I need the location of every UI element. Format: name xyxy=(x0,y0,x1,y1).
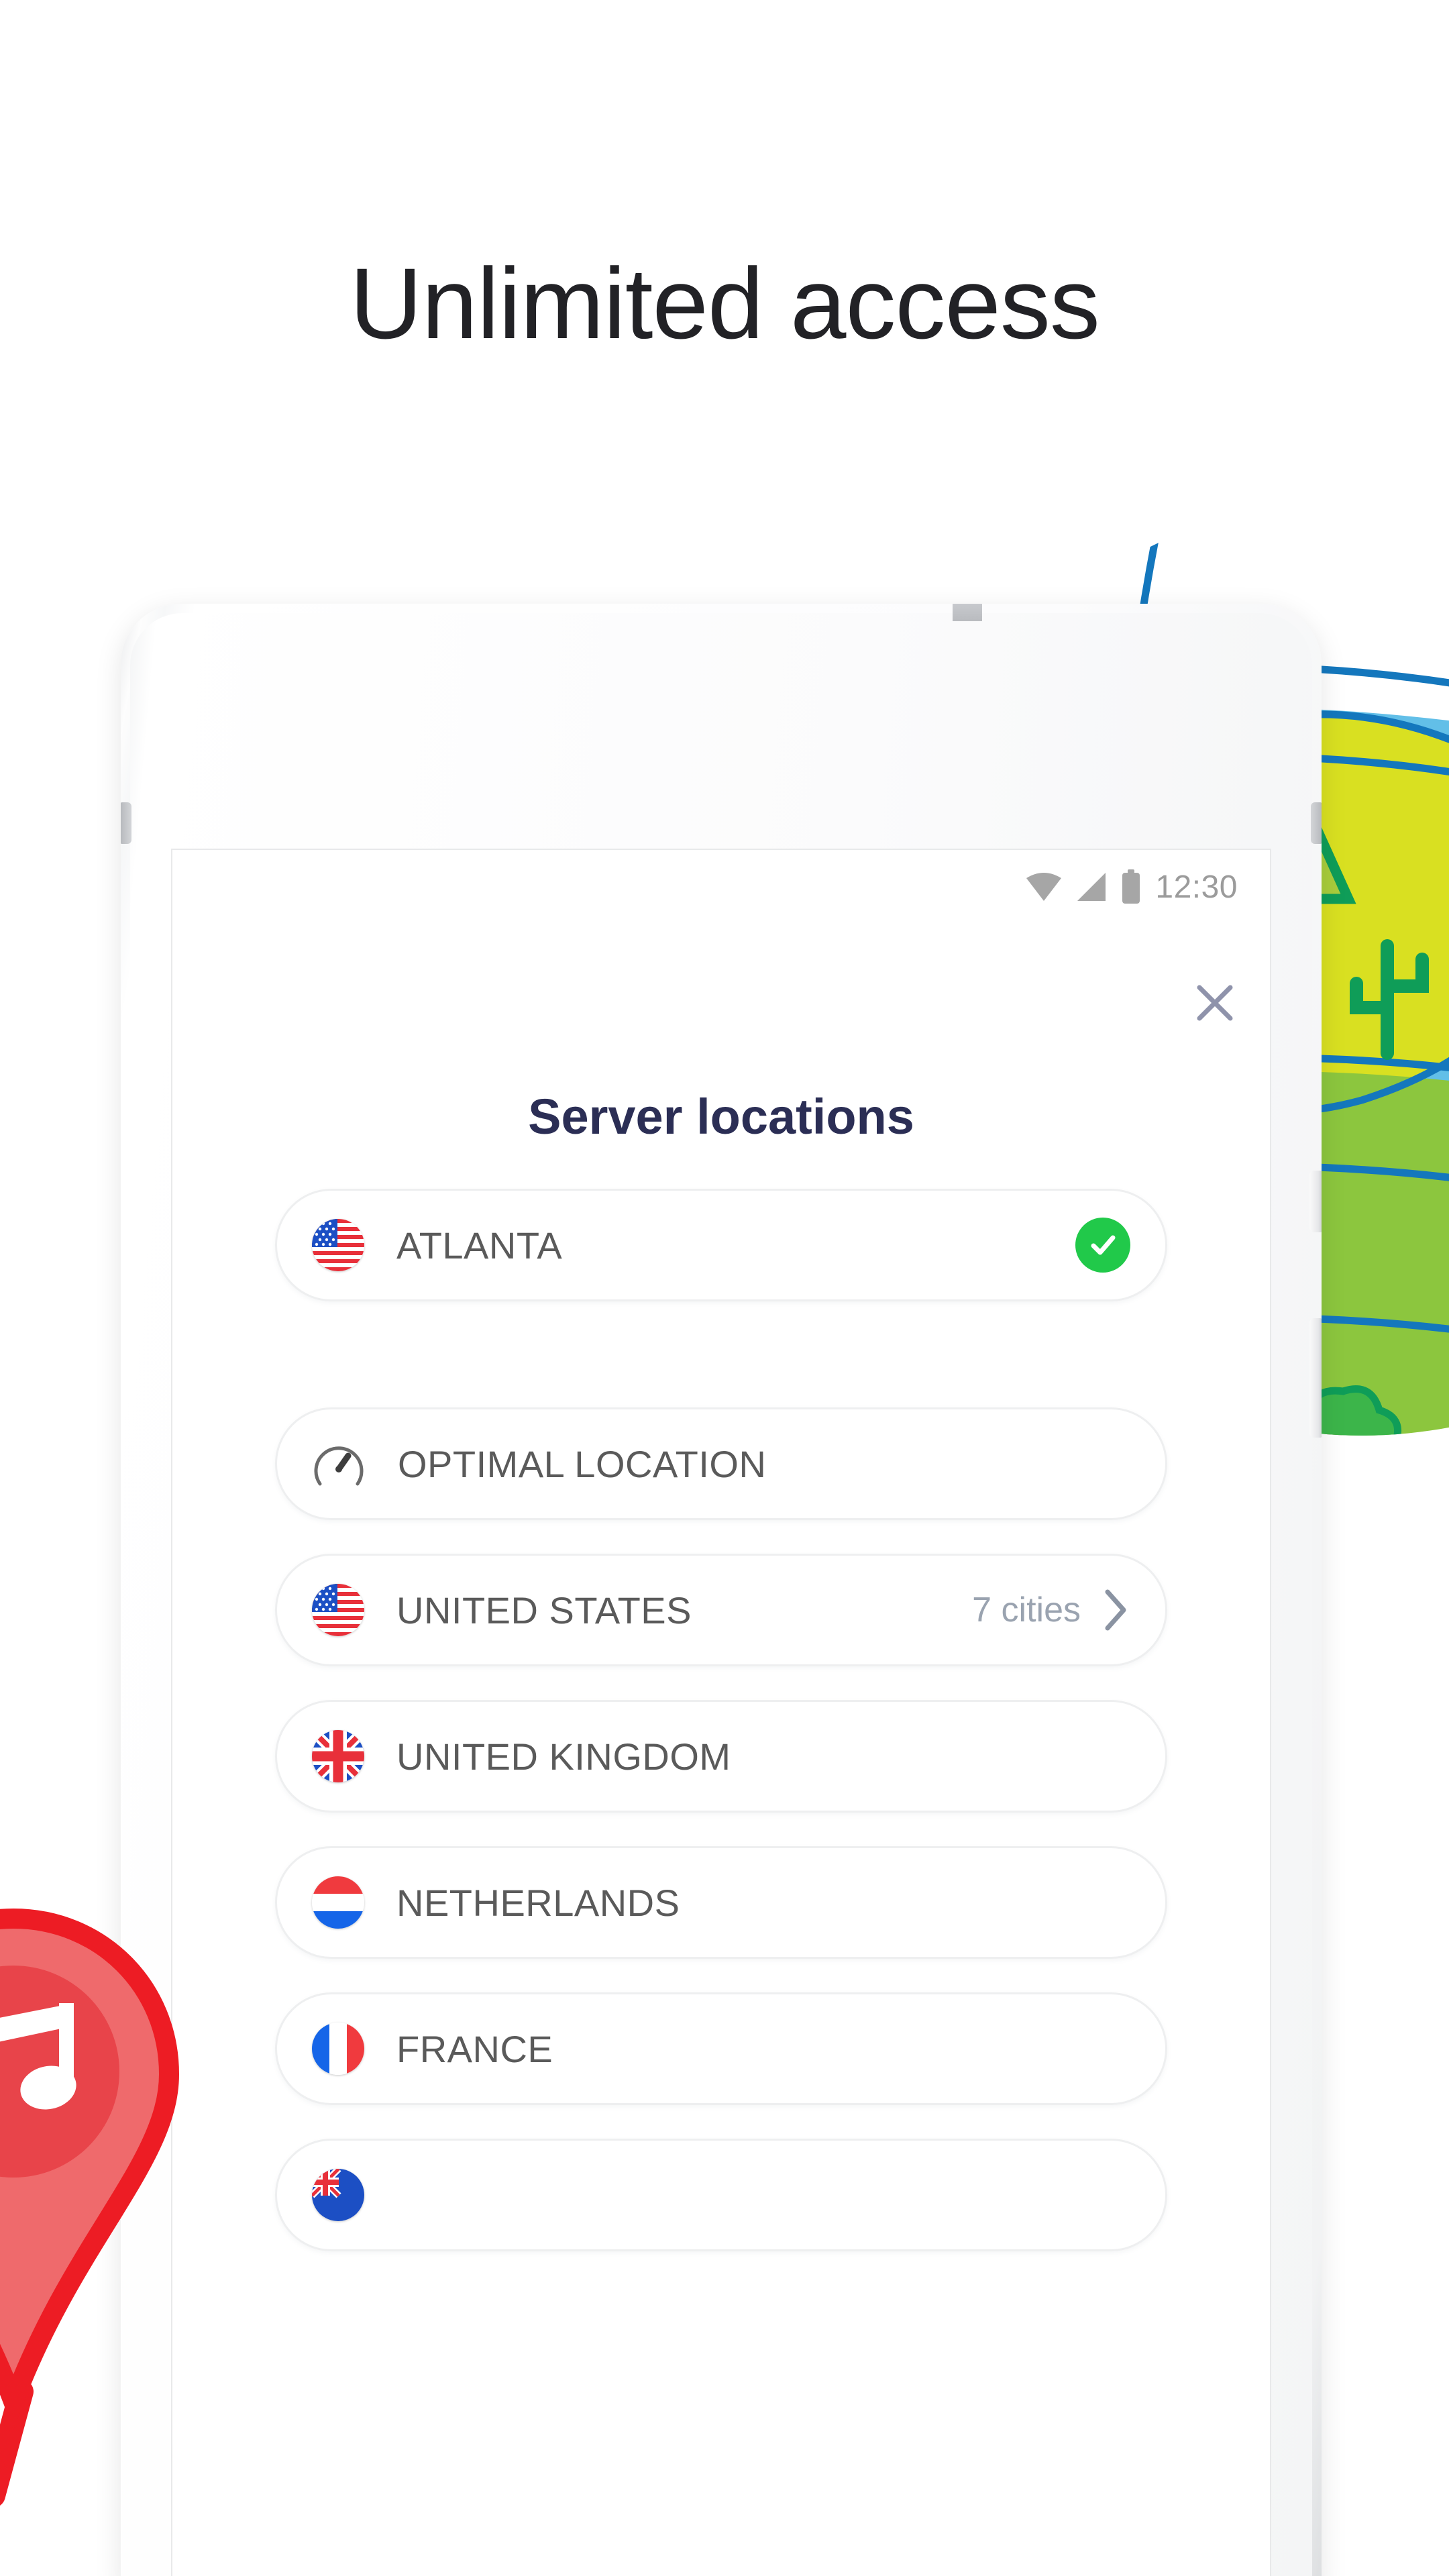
list-item-label: ATLANTA xyxy=(396,1224,563,1267)
close-button[interactable] xyxy=(1189,977,1240,1028)
status-bar-clock: 12:30 xyxy=(1155,869,1238,905)
gauge-icon xyxy=(312,1437,366,1491)
us-flag-icon xyxy=(312,1584,364,1636)
list-item-united-kingdom[interactable]: UNITED KINGDOM xyxy=(275,1700,1167,1813)
list-item-optimal-location[interactable]: OPTIMAL LOCATION xyxy=(275,1407,1167,1520)
list-item-label: UNITED STATES xyxy=(396,1589,692,1631)
nl-flag-icon xyxy=(312,1876,364,1929)
sheet-title: Server locations xyxy=(528,1089,914,1144)
volume-rocker-button[interactable] xyxy=(1309,1318,1322,1438)
phone-mockup: 12:30 Server locations ATLANTA OPTIMAL L… xyxy=(121,604,1322,2576)
wifi-icon xyxy=(1026,873,1062,901)
list-item-france[interactable]: FRANCE xyxy=(275,1992,1167,2105)
power-button[interactable] xyxy=(1309,1171,1322,1232)
phone-antenna-band-top xyxy=(953,604,982,621)
list-item-label: FRANCE xyxy=(396,2027,553,2070)
list-item-united-states[interactable]: UNITED STATES 7 cities xyxy=(275,1554,1167,1666)
battery-icon xyxy=(1122,869,1140,904)
phone-antenna-band-right xyxy=(1311,802,1322,844)
us-flag-icon xyxy=(312,1219,364,1271)
list-item-label: UNITED KINGDOM xyxy=(396,1735,731,1778)
promo-screenshot-root: Unlimited access 12:30 Server locations … xyxy=(0,0,1449,2576)
selected-check-icon xyxy=(1075,1218,1130,1273)
chevron-right-icon xyxy=(1101,1588,1130,1632)
phone-antenna-band-left xyxy=(121,802,131,844)
city-count-label: 7 cities xyxy=(972,1591,1081,1629)
list-item-label: NETHERLANDS xyxy=(396,1881,680,1924)
server-location-list: ATLANTA OPTIMAL LOCATION UNITED STATES 7… xyxy=(172,1189,1270,2251)
music-map-pin xyxy=(0,1892,295,2576)
close-icon xyxy=(1197,985,1233,1021)
list-item-netherlands[interactable]: NETHERLANDS xyxy=(275,1846,1167,1959)
uk-flag-icon xyxy=(312,1730,364,1782)
page-title: Unlimited access xyxy=(350,247,1100,360)
au-flag-icon xyxy=(312,2169,364,2221)
phone-screen: 12:30 Server locations ATLANTA OPTIMAL L… xyxy=(171,849,1271,2576)
status-bar: 12:30 xyxy=(172,850,1270,924)
cellular-signal-icon xyxy=(1077,873,1106,901)
list-item-next-partial[interactable] xyxy=(275,2139,1167,2251)
list-item-label: OPTIMAL LOCATION xyxy=(398,1442,767,1485)
list-item-atlanta[interactable]: ATLANTA xyxy=(275,1189,1167,1301)
fr-flag-icon xyxy=(312,2023,364,2075)
